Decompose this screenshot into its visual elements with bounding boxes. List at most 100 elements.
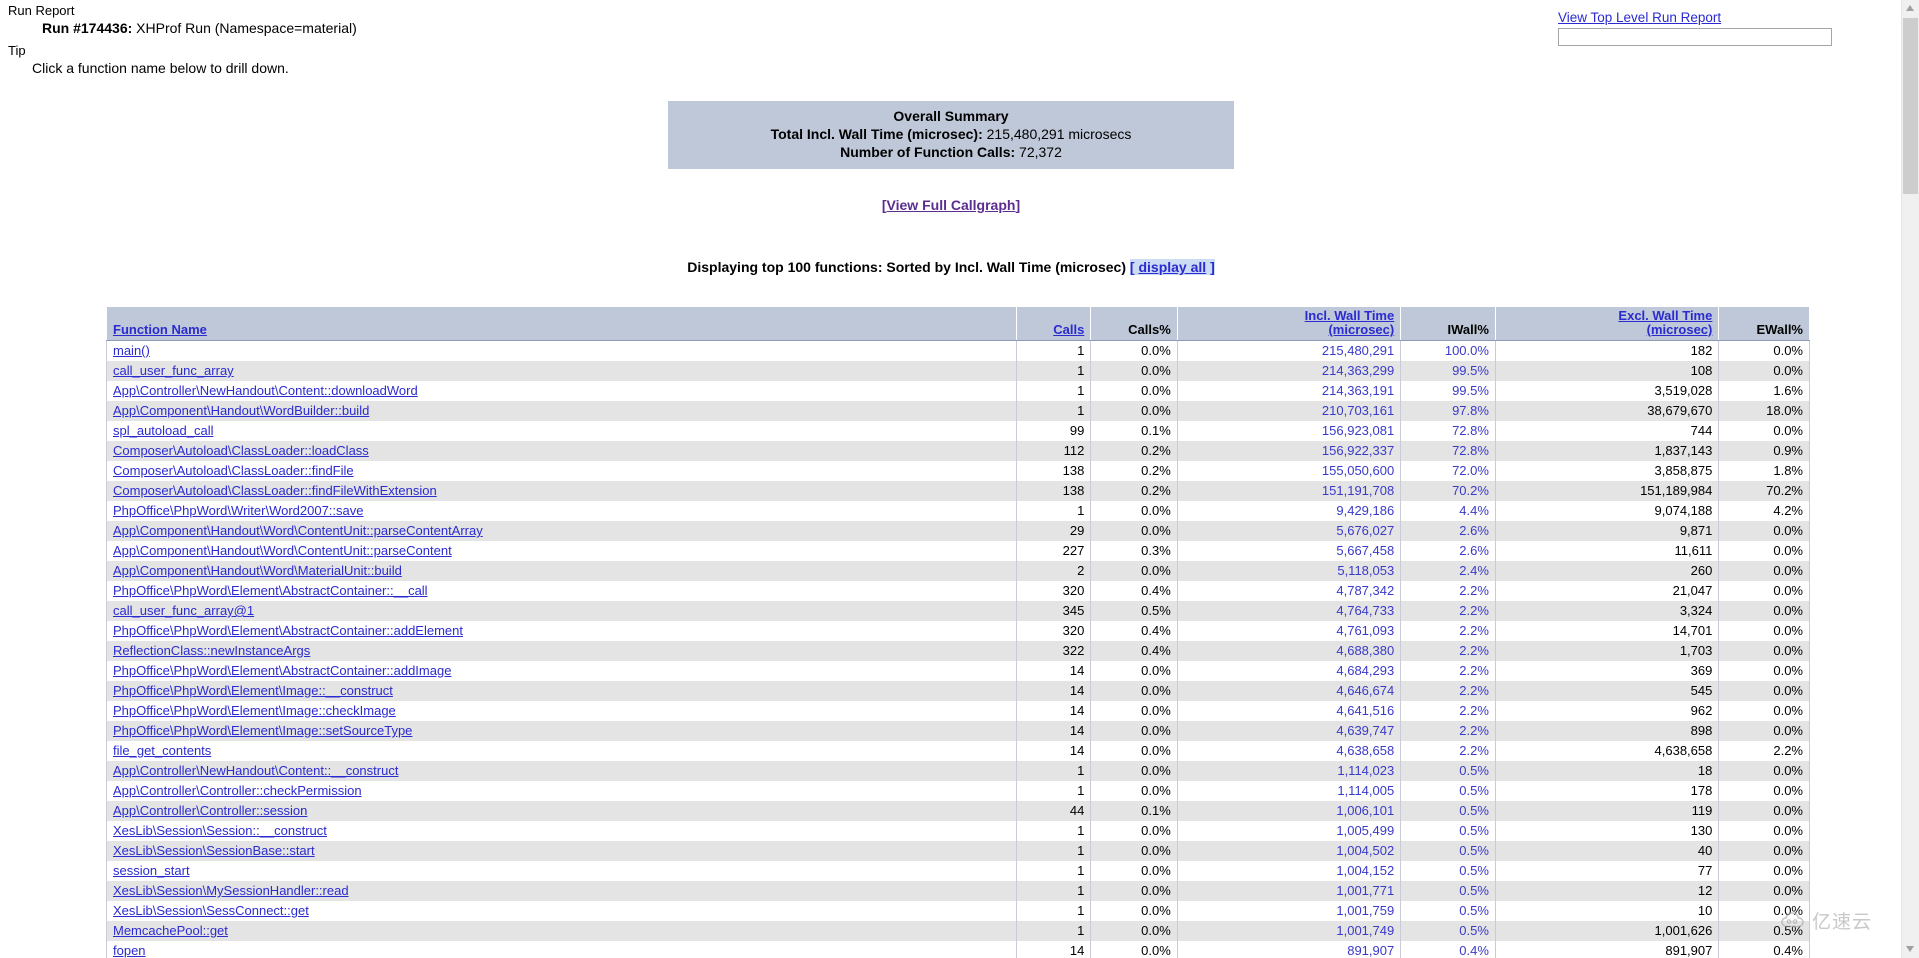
- cell-iwall-pct: 2.2%: [1400, 621, 1496, 641]
- cell-function-name: App\Controller\NewHandout\Content::__con…: [105, 761, 1018, 781]
- cell-function-name: fopen: [105, 941, 1018, 958]
- sort-excl-wall-time-link[interactable]: Excl. Wall Time (microsec): [1618, 308, 1712, 337]
- cell-calls: 1: [1016, 340, 1092, 361]
- cell-calls: 1: [1016, 901, 1092, 921]
- function-name-link[interactable]: App\Component\Handout\Word\ContentUnit::…: [113, 543, 452, 558]
- scroll-down-arrow-icon[interactable]: [1902, 941, 1919, 958]
- table-row: PhpOffice\PhpWord\Element\Image::checkIm…: [105, 701, 1810, 721]
- cell-excl-wall-time: 11,611: [1494, 541, 1720, 561]
- col-header-function-name[interactable]: Function Name: [105, 306, 1018, 341]
- col-header-calls-pct: Calls%: [1090, 306, 1178, 341]
- function-name-link[interactable]: App\Component\Handout\WordBuilder::build: [113, 403, 369, 418]
- function-name-link[interactable]: XesLib\Session\SessionBase::start: [113, 843, 315, 858]
- function-name-link[interactable]: PhpOffice\PhpWord\Element\Image::__const…: [113, 683, 393, 698]
- function-name-link[interactable]: App\Controller\NewHandout\Content::downl…: [113, 383, 418, 398]
- function-name-link[interactable]: Composer\Autoload\ClassLoader::loadClass: [113, 443, 369, 458]
- cell-function-name: PhpOffice\PhpWord\Element\AbstractContai…: [105, 661, 1018, 681]
- cell-calls-pct: 0.0%: [1090, 701, 1178, 721]
- function-name-link[interactable]: PhpOffice\PhpWord\Element\Image::setSour…: [113, 723, 412, 738]
- cell-iwall-pct: 97.8%: [1400, 401, 1496, 421]
- vertical-scrollbar[interactable]: [1901, 0, 1919, 958]
- function-name-link[interactable]: Composer\Autoload\ClassLoader::findFile: [113, 463, 354, 478]
- cell-ewall-pct: 1.6%: [1718, 381, 1810, 401]
- table-row: App\Controller\Controller::session 44 0.1%…: [105, 801, 1810, 821]
- sort-incl-wall-time-link[interactable]: Incl. Wall Time (microsec): [1305, 308, 1395, 337]
- cell-ewall-pct: 0.0%: [1718, 721, 1810, 741]
- cell-calls-pct: 0.0%: [1090, 361, 1178, 381]
- profile-table: Function Name Calls Calls% Incl. Wall Ti…: [105, 306, 1810, 958]
- cell-calls: 320: [1016, 621, 1092, 641]
- sort-function-name-link[interactable]: Function Name: [113, 322, 207, 337]
- cell-calls: 345: [1016, 601, 1092, 621]
- table-row: App\Component\Handout\Word\ContentUnit::…: [105, 521, 1810, 541]
- search-input[interactable]: [1558, 28, 1832, 46]
- function-name-link[interactable]: XesLib\Session\SessConnect::get: [113, 903, 309, 918]
- col-header-excl-wall-time[interactable]: Excl. Wall Time (microsec): [1494, 306, 1720, 341]
- function-name-link[interactable]: PhpOffice\PhpWord\Writer\Word2007::save: [113, 503, 364, 518]
- function-name-link[interactable]: XesLib\Session\Session::__construct: [113, 823, 327, 838]
- table-row: Composer\Autoload\ClassLoader::loadClass…: [105, 441, 1810, 461]
- display-all-wrap[interactable]: [ display all ]: [1129, 259, 1215, 275]
- function-name-link[interactable]: XesLib\Session\MySessionHandler::read: [113, 883, 349, 898]
- cell-incl-wall-time: 4,639,747: [1176, 721, 1402, 741]
- function-name-link[interactable]: PhpOffice\PhpWord\Element\Image::checkIm…: [113, 703, 396, 718]
- function-name-link[interactable]: spl_autoload_call: [113, 423, 213, 438]
- cell-ewall-pct: 2.2%: [1718, 741, 1810, 761]
- function-name-link[interactable]: file_get_contents: [113, 743, 211, 758]
- function-name-link[interactable]: PhpOffice\PhpWord\Element\AbstractContai…: [113, 623, 463, 638]
- cell-iwall-pct: 2.6%: [1400, 521, 1496, 541]
- cell-excl-wall-time: 77: [1494, 861, 1720, 881]
- summary-calls-row: Number of Function Calls: 72,372: [668, 143, 1234, 161]
- function-name-link[interactable]: App\Controller\Controller::session: [113, 803, 307, 818]
- run-id: Run #174436:: [42, 20, 133, 36]
- function-name-link[interactable]: call_user_func_array@1: [113, 603, 254, 618]
- cell-iwall-pct: 2.2%: [1400, 681, 1496, 701]
- callgraph-line: [View Full Callgraph]: [0, 197, 1902, 213]
- view-top-level-run-report-link[interactable]: View Top Level Run Report: [1558, 10, 1721, 25]
- overall-summary-panel: Overall Summary Total Incl. Wall Time (m…: [668, 101, 1234, 169]
- summary-total-time-label: Total Incl. Wall Time (microsec):: [770, 126, 983, 142]
- cell-ewall-pct: 0.0%: [1718, 681, 1810, 701]
- function-name-link[interactable]: call_user_func_array: [113, 363, 234, 378]
- cell-incl-wall-time: 4,688,380: [1176, 641, 1402, 661]
- table-row: XesLib\Session\Session::__construct 1 0.0%…: [105, 821, 1810, 841]
- function-name-link[interactable]: fopen: [113, 943, 146, 958]
- function-name-link[interactable]: ReflectionClass::newInstanceArgs: [113, 643, 310, 658]
- cell-ewall-pct: 0.0%: [1718, 561, 1810, 581]
- col-header-incl-wall-time[interactable]: Incl. Wall Time (microsec): [1176, 306, 1402, 341]
- function-name-link[interactable]: MemcachePool::get: [113, 923, 228, 938]
- cell-function-name: PhpOffice\PhpWord\Element\AbstractContai…: [105, 581, 1018, 601]
- sort-calls-link[interactable]: Calls: [1053, 322, 1084, 337]
- col-header-calls[interactable]: Calls: [1016, 306, 1092, 341]
- cell-iwall-pct: 2.2%: [1400, 641, 1496, 661]
- summary-total-time-value: 215,480,291 microsecs: [986, 126, 1132, 142]
- view-full-callgraph-link[interactable]: View Full Callgraph: [887, 197, 1016, 213]
- scrollbar-thumb[interactable]: [1903, 18, 1918, 194]
- cell-excl-wall-time: 38,679,670: [1494, 401, 1720, 421]
- table-row: App\Controller\NewHandout\Content::downl…: [105, 381, 1810, 401]
- cell-excl-wall-time: 898: [1494, 721, 1720, 741]
- function-name-link[interactable]: App\Controller\Controller::checkPermissi…: [113, 783, 362, 798]
- cell-calls-pct: 0.0%: [1090, 841, 1178, 861]
- function-name-link[interactable]: main(): [113, 343, 150, 358]
- function-name-link[interactable]: App\Component\Handout\Word\ContentUnit::…: [113, 523, 483, 538]
- function-name-link[interactable]: session_start: [113, 863, 190, 878]
- cell-incl-wall-time: 1,001,771: [1176, 881, 1402, 901]
- function-name-link[interactable]: App\Controller\NewHandout\Content::__con…: [113, 763, 398, 778]
- function-name-link[interactable]: PhpOffice\PhpWord\Element\AbstractContai…: [113, 663, 451, 678]
- function-name-link[interactable]: PhpOffice\PhpWord\Element\AbstractContai…: [113, 583, 428, 598]
- cell-iwall-pct: 2.2%: [1400, 701, 1496, 721]
- cell-function-name: XesLib\Session\Session::__construct: [105, 821, 1018, 841]
- function-name-link[interactable]: Composer\Autoload\ClassLoader::findFileW…: [113, 483, 437, 498]
- cell-function-name: main(): [105, 340, 1018, 361]
- scroll-up-arrow-icon[interactable]: [1902, 0, 1919, 17]
- cell-function-name: MemcachePool::get: [105, 921, 1018, 941]
- cell-ewall-pct: 1.8%: [1718, 461, 1810, 481]
- display-all-link[interactable]: display all: [1138, 259, 1206, 275]
- function-name-link[interactable]: App\Component\Handout\Word\MaterialUnit:…: [113, 563, 402, 578]
- cell-iwall-pct: 72.8%: [1400, 421, 1496, 441]
- cell-calls-pct: 0.4%: [1090, 581, 1178, 601]
- cell-function-name: App\Component\Handout\Word\MaterialUnit:…: [105, 561, 1018, 581]
- cell-calls-pct: 0.0%: [1090, 381, 1178, 401]
- summary-total-time-row: Total Incl. Wall Time (microsec): 215,48…: [668, 125, 1234, 143]
